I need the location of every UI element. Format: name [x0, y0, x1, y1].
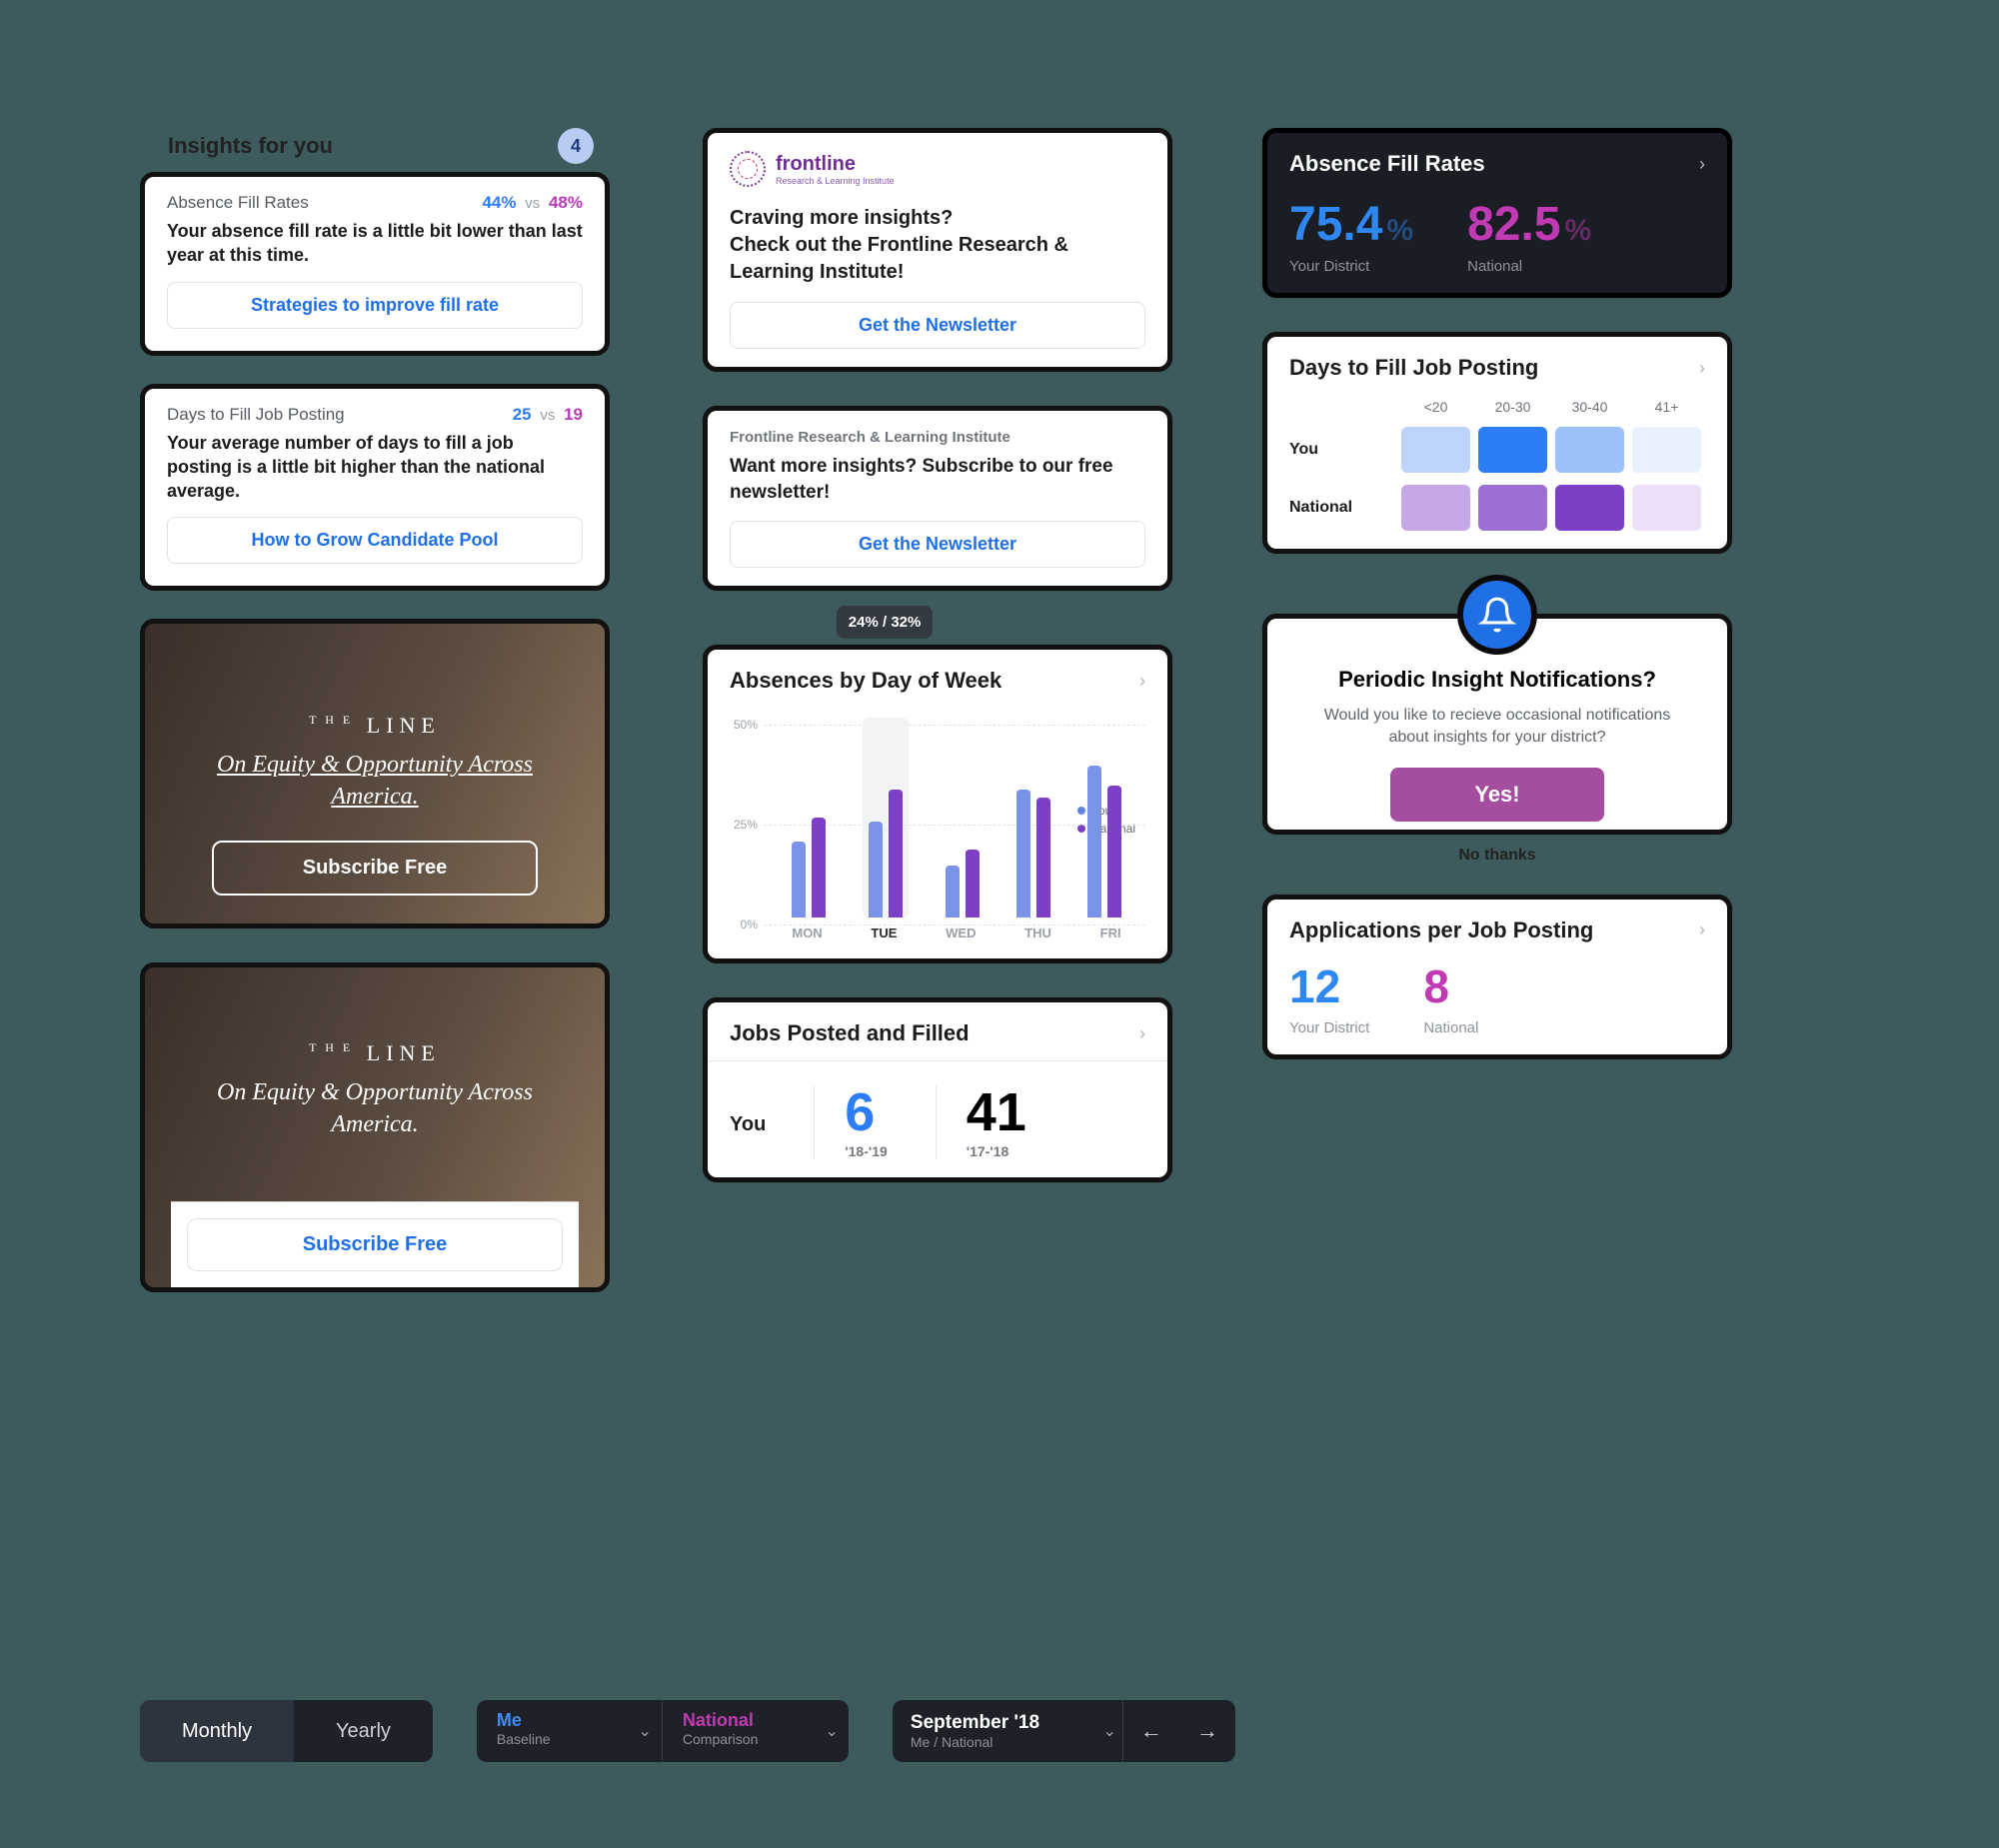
- line-logo: T H E LINE: [309, 1040, 441, 1066]
- get-newsletter-button[interactable]: Get the Newsletter: [730, 521, 1145, 568]
- your-district-rate: 75.4%: [1289, 197, 1413, 252]
- comparison-picker[interactable]: Me Baseline ⌄ National Comparison ⌄: [477, 1700, 849, 1762]
- segment-monthly[interactable]: Monthly: [140, 1700, 294, 1762]
- chevron-down-icon: ⌄: [825, 1721, 838, 1741]
- insight-card-title: Days to Fill Job Posting: [167, 405, 345, 425]
- subscribe-free-button[interactable]: Subscribe Free: [212, 841, 538, 896]
- grow-pool-button[interactable]: How to Grow Candidate Pool: [167, 517, 583, 564]
- frontline-promo-small: Frontline Research & Learning Institute …: [703, 406, 1172, 591]
- comparison-select[interactable]: National Comparison ⌄: [663, 1700, 849, 1762]
- strategies-button[interactable]: Strategies to improve fill rate: [167, 282, 583, 329]
- jobs-prev-value: 41: [967, 1085, 1026, 1139]
- chevron-down-icon: ⌄: [1102, 1721, 1115, 1741]
- chart-tooltip: 24% / 32%: [837, 606, 934, 639]
- insight-body: Your average number of days to fill a jo…: [167, 431, 583, 504]
- notify-body: Would you like to recieve occasional not…: [1289, 705, 1705, 750]
- frontline-mark-icon: [730, 151, 766, 187]
- comparison-values: 25 vs 19: [513, 405, 583, 425]
- apps-national: 8: [1423, 959, 1478, 1013]
- comparison-values: 44% vs 48%: [482, 193, 583, 213]
- insights-title: Insights for you: [168, 133, 333, 159]
- date-select[interactable]: September '18 Me / National ⌄: [893, 1702, 1122, 1760]
- jobs-current-value: 6: [845, 1085, 887, 1139]
- frontline-promo-large: frontline Research & Learning Institute …: [703, 128, 1172, 372]
- heat-header: <20 20-30 30-40 41+: [1289, 399, 1705, 415]
- card-title: Applications per Job Posting: [1289, 918, 1593, 943]
- next-arrow-icon[interactable]: →: [1179, 1718, 1235, 1744]
- jobs-posted-card[interactable]: Jobs Posted and Filled › You 6 '18-'19 4…: [703, 997, 1172, 1182]
- card-title: Jobs Posted and Filled: [730, 1020, 970, 1046]
- yes-button[interactable]: Yes!: [1390, 768, 1603, 822]
- chevron-right-icon[interactable]: ›: [1139, 1023, 1145, 1044]
- notification-card: Periodic Insight Notifications? Would yo…: [1262, 614, 1732, 835]
- fill-rates-card[interactable]: Absence Fill Rates › 75.4% Your District…: [1262, 128, 1732, 298]
- frontline-logo: frontline Research & Learning Institute: [730, 151, 1145, 187]
- insight-card-title: Absence Fill Rates: [167, 193, 309, 213]
- insight-card-days-to-fill[interactable]: Days to Fill Job Posting 25 vs 19 Your a…: [140, 384, 610, 592]
- card-title: Days to Fill Job Posting: [1289, 355, 1538, 381]
- insights-count-badge: 4: [558, 128, 594, 164]
- apps-your-district: 12: [1289, 959, 1369, 1013]
- date-picker[interactable]: September '18 Me / National ⌄ ← →: [893, 1700, 1235, 1762]
- frontline-body: Craving more insights? Check out the Fro…: [730, 205, 1145, 286]
- heat-row-national: National: [1289, 485, 1705, 531]
- no-thanks-link[interactable]: No thanks: [1262, 847, 1732, 865]
- heat-row-you: You: [1289, 427, 1705, 473]
- notify-title: Periodic Insight Notifications?: [1289, 667, 1705, 693]
- chevron-right-icon[interactable]: ›: [1139, 671, 1145, 692]
- get-newsletter-button[interactable]: Get the Newsletter: [730, 302, 1145, 349]
- bell-icon: [1457, 575, 1537, 655]
- absences-chart-card[interactable]: 24% / 32% Absences by Day of Week › You …: [703, 645, 1172, 963]
- chevron-down-icon: ⌄: [638, 1721, 651, 1741]
- prev-arrow-icon[interactable]: ←: [1123, 1718, 1179, 1744]
- line-tagline: On Equity & Opportunity Across America.: [171, 1076, 579, 1141]
- insight-card-fill-rates[interactable]: Absence Fill Rates 44% vs 48% Your absen…: [140, 172, 610, 356]
- applications-card[interactable]: Applications per Job Posting › 12 Your D…: [1262, 895, 1732, 1059]
- line-logo: T H E LINE: [309, 713, 441, 739]
- chart-plot: 50%25%0%: [768, 718, 1145, 918]
- chevron-right-icon[interactable]: ›: [1699, 358, 1705, 379]
- frontline-body: Want more insights? Subscribe to our fre…: [730, 454, 1145, 505]
- days-to-fill-card[interactable]: Days to Fill Job Posting › <20 20-30 30-…: [1262, 332, 1732, 554]
- baseline-select[interactable]: Me Baseline ⌄: [477, 1700, 663, 1762]
- line-tagline: On Equity & Opportunity Across America.: [171, 749, 579, 814]
- line-promo-light-cta[interactable]: T H E LINE On Equity & Opportunity Acros…: [140, 962, 610, 1292]
- national-rate: 82.5%: [1467, 197, 1591, 252]
- chart-title: Absences by Day of Week: [730, 668, 1001, 694]
- chevron-right-icon[interactable]: ›: [1699, 920, 1705, 940]
- line-promo-dark[interactable]: T H E LINE On Equity & Opportunity Acros…: [140, 619, 610, 928]
- insights-header: Insights for you 4: [140, 128, 610, 172]
- insight-body: Your absence fill rate is a little bit l…: [167, 219, 583, 268]
- card-title: Absence Fill Rates: [1289, 151, 1485, 177]
- you-label: You: [730, 1113, 766, 1136]
- period-segmented-control[interactable]: Monthly Yearly: [140, 1700, 433, 1762]
- segment-yearly[interactable]: Yearly: [294, 1700, 433, 1762]
- frontline-label: Frontline Research & Learning Institute: [730, 429, 1145, 446]
- chevron-right-icon[interactable]: ›: [1699, 154, 1705, 175]
- subscribe-free-button[interactable]: Subscribe Free: [187, 1218, 563, 1271]
